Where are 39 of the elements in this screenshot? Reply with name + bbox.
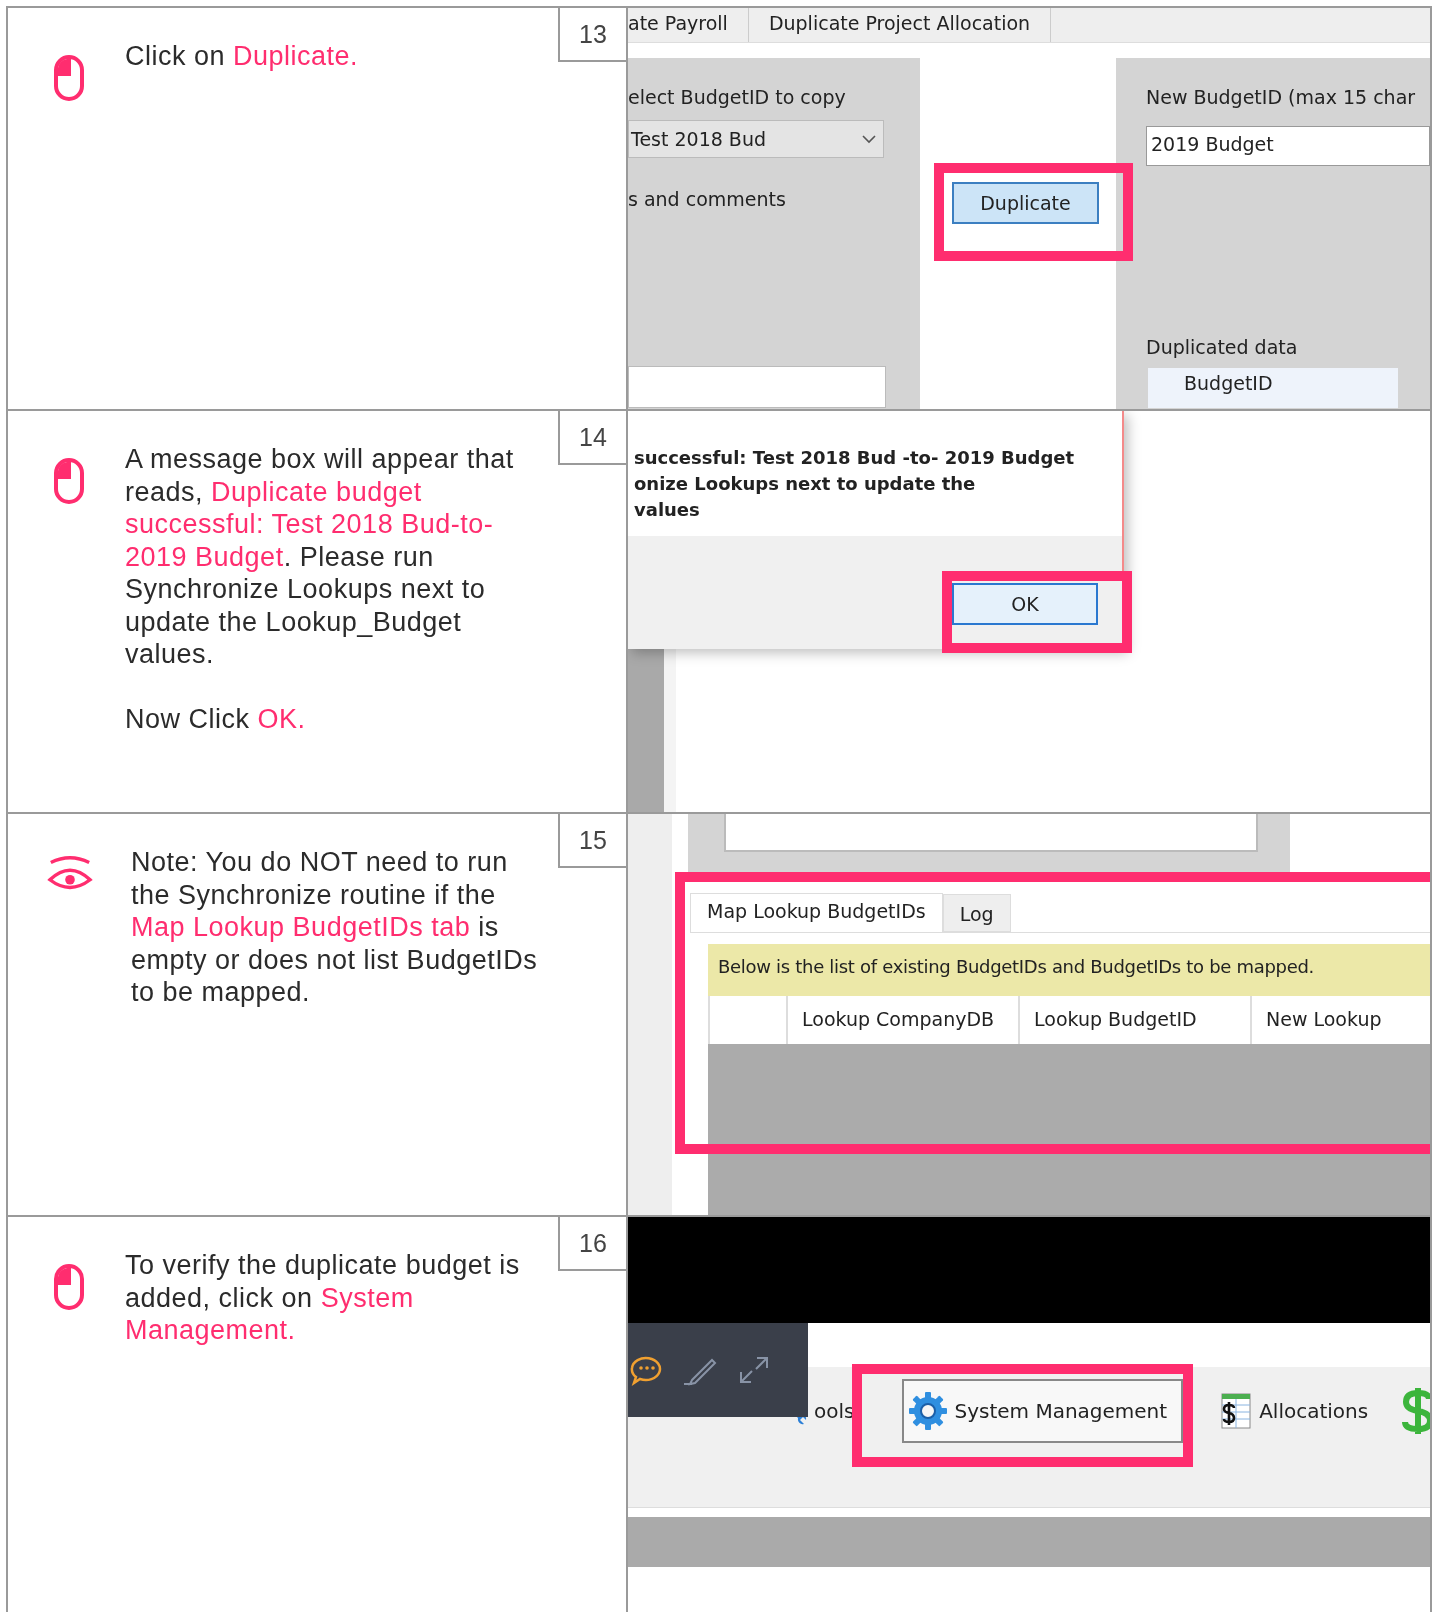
grid-header: BudgetID (1148, 368, 1398, 408)
message-line: onize Lookups next to update the (634, 472, 977, 496)
field-label: New BudgetID (max 15 char (1146, 86, 1416, 108)
mouse-icon (53, 1263, 85, 1311)
toolbar-button[interactable]: Allocations (1219, 1391, 1369, 1431)
instruction-text: Note: You do NOT need to run the Synchronize routine if the Map Lookup BudgetIDs tab is empty or does not list BudgetIDs to be mapped. (131, 846, 539, 1009)
tab[interactable]: ate Payroll (628, 8, 749, 42)
step-number: 15 (558, 814, 628, 868)
mouse-icon (53, 54, 85, 102)
tab[interactable]: Log (942, 894, 1011, 932)
duplicate-button[interactable]: Duplicate (952, 182, 1099, 224)
message-line: values (634, 498, 701, 522)
chevron-icon (861, 134, 877, 144)
notice-banner: Below is the list of existing BudgetIDs and BudgetIDs to be mapped. (708, 944, 1430, 996)
ledger-icon (1219, 1391, 1254, 1431)
step-number: 13 (558, 8, 628, 62)
step-number: 14 (558, 411, 628, 465)
dropdown-value: Test 2018 Bud (631, 128, 766, 150)
instruction-text: A message box will appear that reads, Duplicate budget successful: Test 2018 Bud-to-2019 Budget. Please run Synchronize Lookups next to update the Lookup_Budget values. (125, 443, 515, 671)
message-line: successful: Test 2018 Bud -to- 2019 Budget (634, 446, 1076, 470)
instruction-text: Click on Duplicate. (125, 40, 360, 73)
dropdown[interactable]: Test 2018 Bud (628, 120, 884, 158)
text-area[interactable] (628, 366, 886, 408)
instruction-text: Now Click OK. (125, 702, 307, 735)
ok-button[interactable]: OK (952, 583, 1098, 625)
field-label: elect BudgetID to copy (628, 86, 846, 108)
tab[interactable]: Map Lookup BudgetIDs (690, 893, 943, 932)
toolbar-button[interactable]: System Management (902, 1379, 1184, 1443)
chat-icon (628, 1354, 664, 1386)
gear-icon (908, 1391, 949, 1431)
text-area[interactable] (724, 814, 1258, 852)
field-label: s and comments (628, 188, 786, 210)
instruction-text: To verify the duplicate budget is added, click on System Management. (125, 1249, 521, 1347)
step-number: 16 (558, 1217, 628, 1271)
text-field[interactable]: 2019 Budget (1146, 126, 1430, 166)
field-label: Duplicated data (1146, 336, 1298, 358)
mouse-icon (53, 457, 85, 505)
tab[interactable]: Duplicate Project Allocation (768, 8, 1052, 42)
dollar-icon (1400, 1386, 1430, 1436)
